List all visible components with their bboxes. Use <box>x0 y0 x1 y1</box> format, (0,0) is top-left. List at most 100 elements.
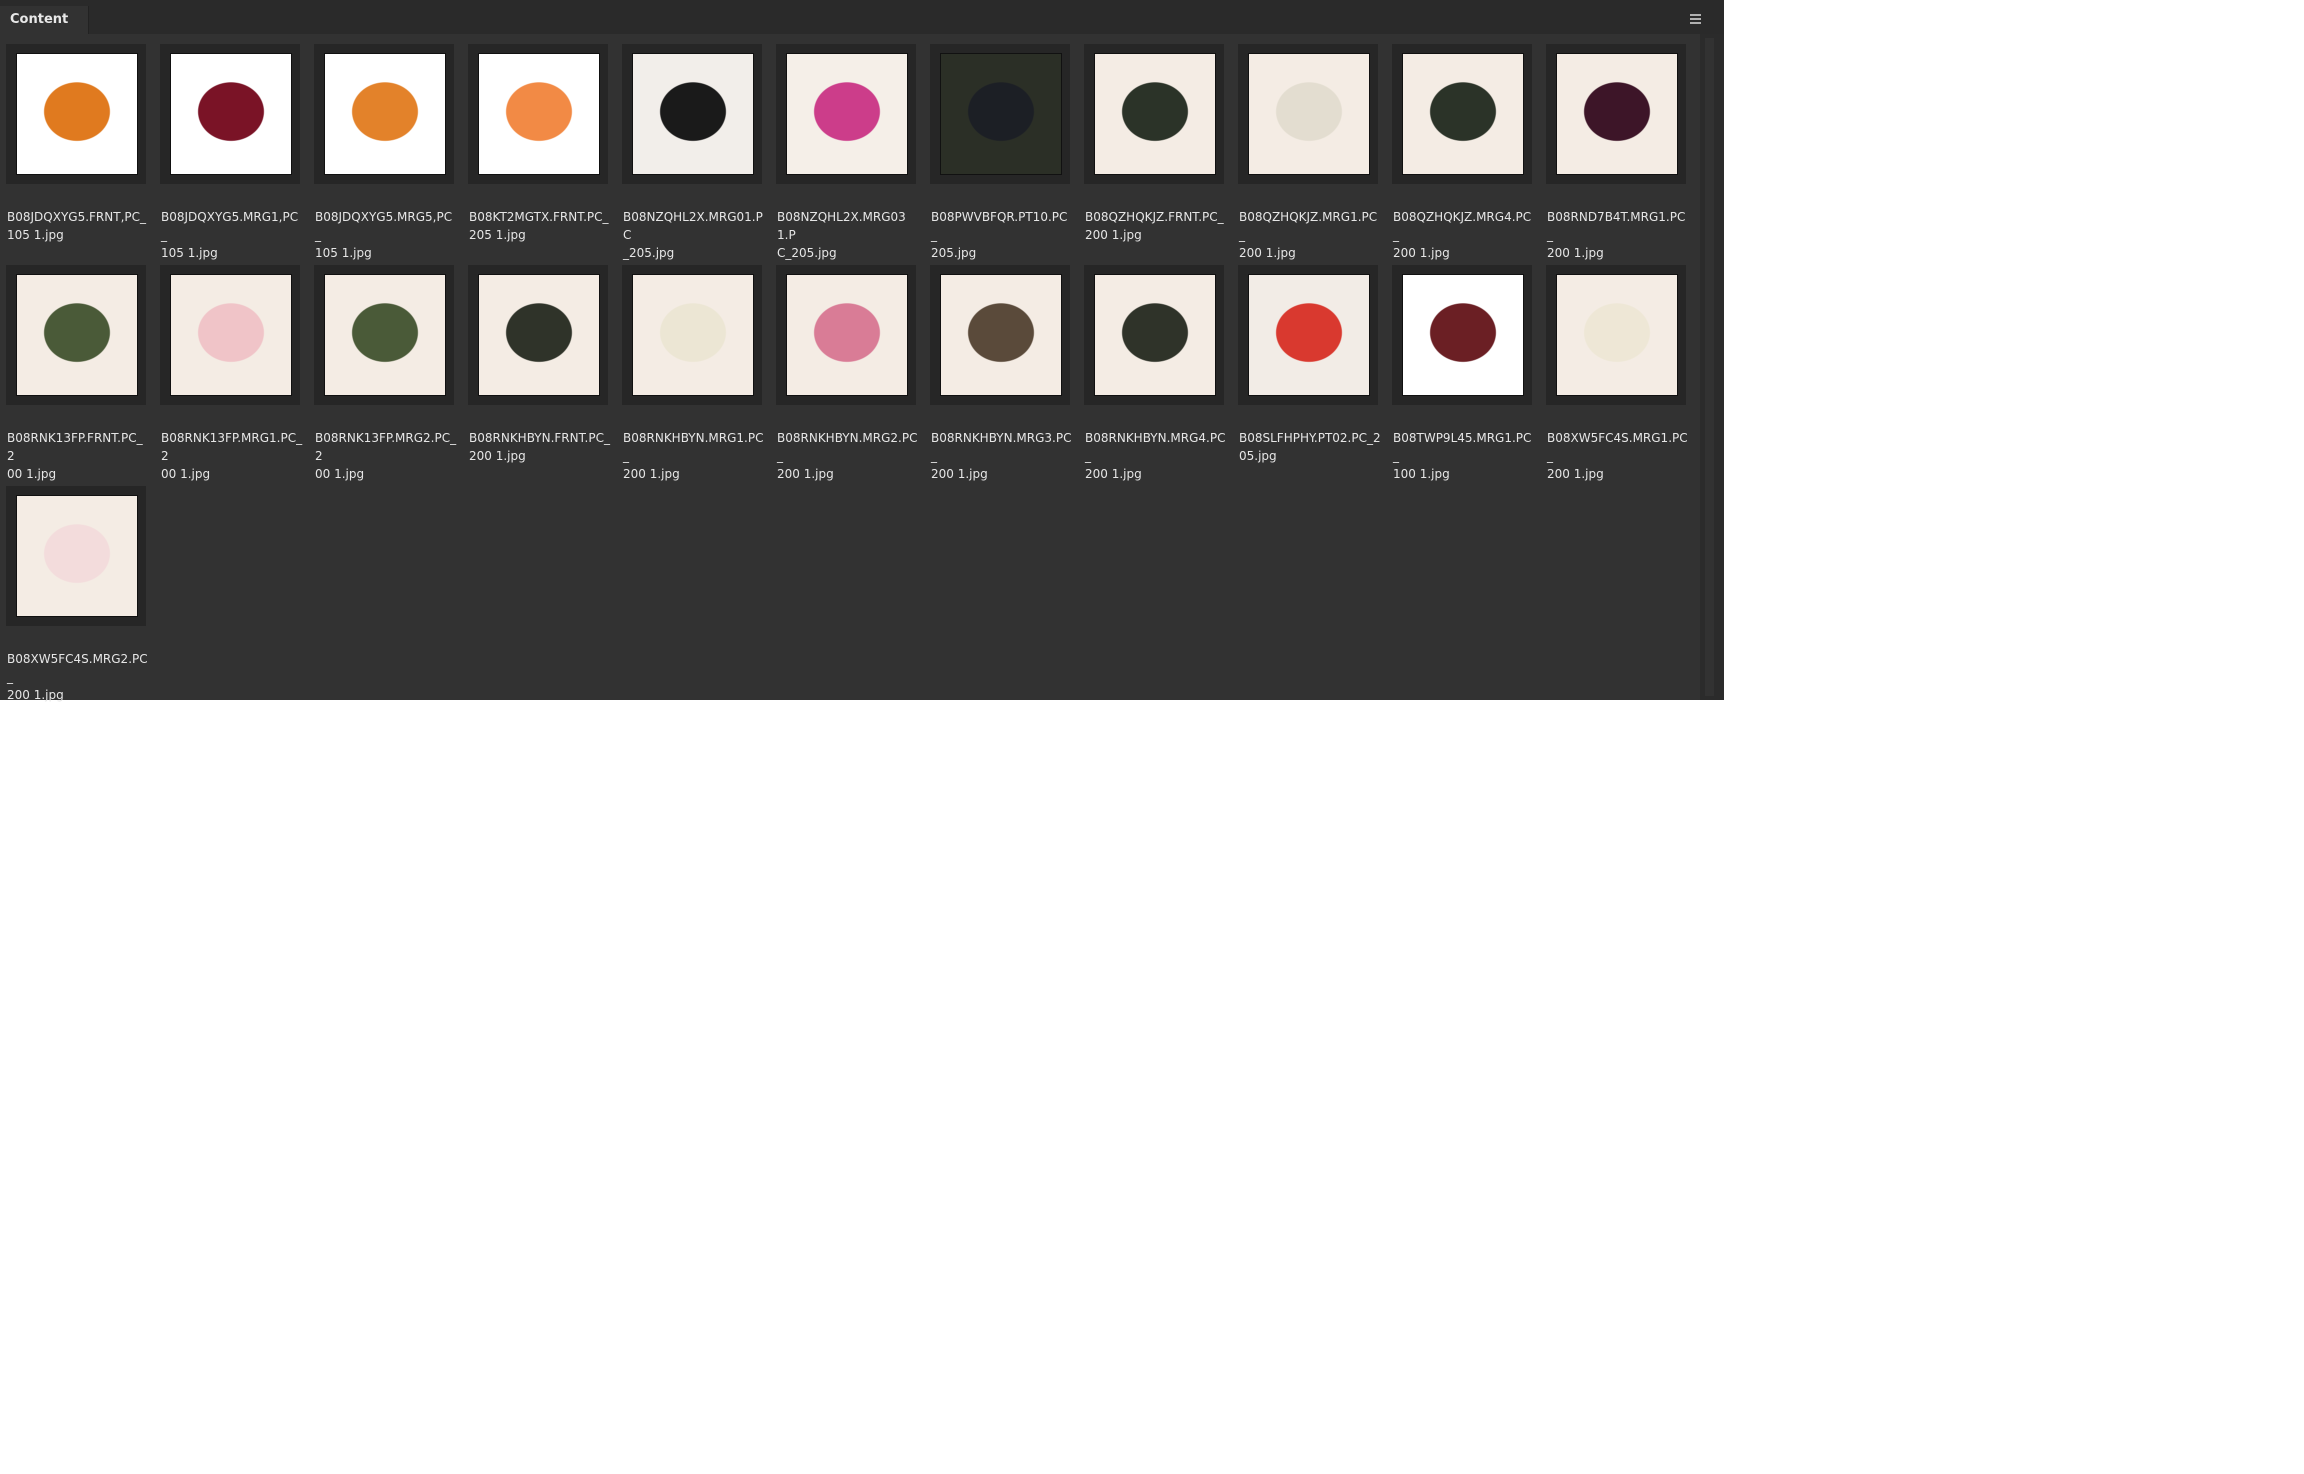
thumbnail-item[interactable]: B08JDQXYG5.FRNT,PC_ 105 1.jpg <box>2 32 146 242</box>
file-name: B08SLFHPHY.PT02.PC_2 05.jpg <box>1239 429 1381 465</box>
file-name-line-1: B08RNK13FP.MRG1.PC_2 <box>161 431 303 463</box>
thumbnail-item[interactable]: B08RNK13FP.MRG2.PC_2 00 1.jpg <box>310 253 456 481</box>
file-name-line-1: B08JDQXYG5.FRNT,PC_ <box>7 210 147 224</box>
file-name: B08RNK13FP.MRG2.PC_2 00 1.jpg <box>315 429 457 483</box>
file-name-line-1: B08RND7B4T.MRG1.PC_ <box>1547 210 1686 242</box>
file-name: B08XW5FC4S.MRG2.PC_ 200 1.jpg <box>7 650 149 704</box>
product-thumbnail <box>1402 53 1524 175</box>
thumbnail-frame <box>930 265 1070 405</box>
product-thumbnail <box>632 274 754 396</box>
thumbnail-frame <box>314 44 454 184</box>
file-name-line-1: B08QZHQKJZ.MRG1.PC_ <box>1239 210 1378 242</box>
file-name-line-1: B08RNKHBYN.MRG1.PC_ <box>623 431 764 463</box>
file-name-line-2: 200 1.jpg <box>469 449 526 463</box>
thumbnail-frame <box>776 265 916 405</box>
thumbnail-item[interactable]: B08XW5FC4S.MRG1.PC_ 200 1.jpg <box>1542 253 1688 481</box>
thumbnail-item[interactable]: B08RNKHBYN.MRG4.PC_ 200 1.jpg <box>1080 253 1225 481</box>
thumbnail-frame <box>6 265 146 405</box>
thumbnail-item[interactable]: B08SLFHPHY.PT02.PC_2 05.jpg <box>1234 253 1381 463</box>
product-thumbnail <box>170 274 292 396</box>
file-name-line-1: B08KT2MGTX.FRNT.PC_ <box>469 210 609 224</box>
file-name-line-2: 105 1.jpg <box>7 228 64 242</box>
product-thumbnail <box>786 274 908 396</box>
thumbnail-frame <box>1238 265 1378 405</box>
thumbnail-frame <box>6 44 146 184</box>
thumbnail-frame <box>468 265 608 405</box>
file-name: B08KT2MGTX.FRNT.PC_ 205 1.jpg <box>469 208 611 244</box>
thumbnail-item[interactable]: B08RND7B4T.MRG1.PC_ 200 1.jpg <box>1542 32 1686 260</box>
file-name-line-1: B08JDQXYG5.MRG5,PC_ <box>315 210 453 242</box>
product-thumbnail <box>632 53 754 175</box>
file-name: B08RNK13FP.MRG1.PC_2 00 1.jpg <box>161 429 303 483</box>
vertical-scrollbar[interactable] <box>1700 34 1724 700</box>
file-name-line-1: B08JDQXYG5.MRG1,PC_ <box>161 210 299 242</box>
thumbnail-item[interactable]: B08JDQXYG5.MRG5,PC_ 105 1.jpg <box>310 32 454 260</box>
file-name: B08JDQXYG5.FRNT,PC_ 105 1.jpg <box>7 208 149 244</box>
thumbnail-item[interactable]: B08RNK13FP.FRNT.PC_2 00 1.jpg <box>2 253 146 481</box>
file-name-line-1: B08SLFHPHY.PT02.PC_2 <box>1239 431 1381 445</box>
thumbnail-frame <box>160 265 300 405</box>
product-thumbnail <box>324 53 446 175</box>
scrollbar-track[interactable] <box>1705 38 1714 696</box>
thumbnail-item[interactable]: B08RNKHBYN.MRG3.PC_ 200 1.jpg <box>926 253 1071 481</box>
file-name-line-2: 00 1.jpg <box>161 467 211 481</box>
file-name-line-2: 200 1.jpg <box>623 467 680 481</box>
file-name: B08TWP9L45.MRG1.PC_ 100 1.jpg <box>1393 429 1535 483</box>
product-thumbnail <box>940 274 1062 396</box>
thumbnail-item[interactable]: B08QZHQKJZ.FRNT.PC_ 200 1.jpg <box>1080 32 1224 242</box>
file-name-line-2: 200 1.jpg <box>1085 228 1142 242</box>
file-name: B08RNKHBYN.MRG4.PC_ 200 1.jpg <box>1085 429 1227 483</box>
file-name-line-2: 200 1.jpg <box>7 688 64 702</box>
thumbnail-item[interactable]: B08TWP9L45.MRG1.PC_ 100 1.jpg <box>1388 253 1532 481</box>
product-thumbnail <box>478 53 600 175</box>
product-thumbnail <box>1094 53 1216 175</box>
file-name-line-1: B08XW5FC4S.MRG1.PC_ <box>1547 431 1688 463</box>
file-name: B08QZHQKJZ.FRNT.PC_ 200 1.jpg <box>1085 208 1227 244</box>
thumbnail-item[interactable]: B08RNKHBYN.MRG2.PC_ 200 1.jpg <box>772 253 917 481</box>
thumbnail-frame <box>1546 44 1686 184</box>
thumbnail-frame <box>6 486 146 626</box>
product-thumbnail <box>1556 53 1678 175</box>
thumbnail-frame <box>930 44 1070 184</box>
file-name-line-2: 100 1.jpg <box>1393 467 1450 481</box>
file-name-line-1: B08RNKHBYN.MRG4.PC_ <box>1085 431 1226 463</box>
file-name: B08RNKHBYN.MRG3.PC_ 200 1.jpg <box>931 429 1073 483</box>
product-thumbnail <box>16 53 138 175</box>
thumbnail-item[interactable]: B08RNK13FP.MRG1.PC_2 00 1.jpg <box>156 253 302 481</box>
product-thumbnail <box>1556 274 1678 396</box>
tab-content[interactable]: Content <box>0 6 90 34</box>
panel-tab-bar: Content <box>0 0 1724 34</box>
file-name-line-1: B08RNK13FP.MRG2.PC_2 <box>315 431 457 463</box>
file-name-line-1: B08QZHQKJZ.MRG4.PC_ <box>1393 210 1532 242</box>
file-name: B08RNKHBYN.MRG2.PC_ 200 1.jpg <box>777 429 919 483</box>
thumbnail-frame <box>1546 265 1686 405</box>
file-name: B08RNKHBYN.FRNT.PC_ 200 1.jpg <box>469 429 611 465</box>
file-name-line-1: B08TWP9L45.MRG1.PC_ <box>1393 431 1532 463</box>
thumbnail-item[interactable]: B08QZHQKJZ.MRG1.PC_ 200 1.jpg <box>1234 32 1378 260</box>
file-name-line-2: 05.jpg <box>1239 449 1277 463</box>
file-name-line-2: 200 1.jpg <box>777 467 834 481</box>
file-name-line-1: B08NZQHL2X.MRG01.PC <box>623 210 763 242</box>
thumbnail-frame <box>314 265 454 405</box>
file-name-line-1: B08RNKHBYN.MRG2.PC_ <box>777 431 918 463</box>
file-name-line-2: 200 1.jpg <box>1085 467 1142 481</box>
thumbnail-frame <box>160 44 300 184</box>
file-name-line-2: 00 1.jpg <box>315 467 365 481</box>
thumbnail-item[interactable]: B08RNKHBYN.FRNT.PC_ 200 1.jpg <box>464 253 610 463</box>
hamburger-menu-icon[interactable] <box>1684 10 1706 28</box>
thumbnail-item[interactable]: B08KT2MGTX.FRNT.PC_ 205 1.jpg <box>464 32 609 242</box>
thumbnail-frame <box>776 44 916 184</box>
product-thumbnail <box>478 274 600 396</box>
thumbnail-item[interactable]: B08NZQHL2X.MRG03 1.P C_205.jpg <box>772 32 916 260</box>
thumbnail-item[interactable]: B08JDQXYG5.MRG1,PC_ 105 1.jpg <box>156 32 300 260</box>
thumbnail-item[interactable]: B08QZHQKJZ.MRG4.PC_ 200 1.jpg <box>1388 32 1532 260</box>
file-name: B08XW5FC4S.MRG1.PC_ 200 1.jpg <box>1547 429 1689 483</box>
product-thumbnail <box>1402 274 1524 396</box>
thumbnail-item[interactable]: B08NZQHL2X.MRG01.PC _205.jpg <box>618 32 763 260</box>
thumbnail-frame <box>1084 44 1224 184</box>
thumbnail-item[interactable]: B08PWVBFQR.PT10.PC_ 205.jpg <box>926 32 1070 260</box>
thumbnail-item[interactable]: B08RNKHBYN.MRG1.PC_ 200 1.jpg <box>618 253 763 481</box>
thumbnail-frame <box>1238 44 1378 184</box>
thumbnail-item[interactable]: B08XW5FC4S.MRG2.PC_ 200 1.jpg <box>2 474 148 702</box>
file-name-line-1: B08PWVBFQR.PT10.PC_ <box>931 210 1068 242</box>
